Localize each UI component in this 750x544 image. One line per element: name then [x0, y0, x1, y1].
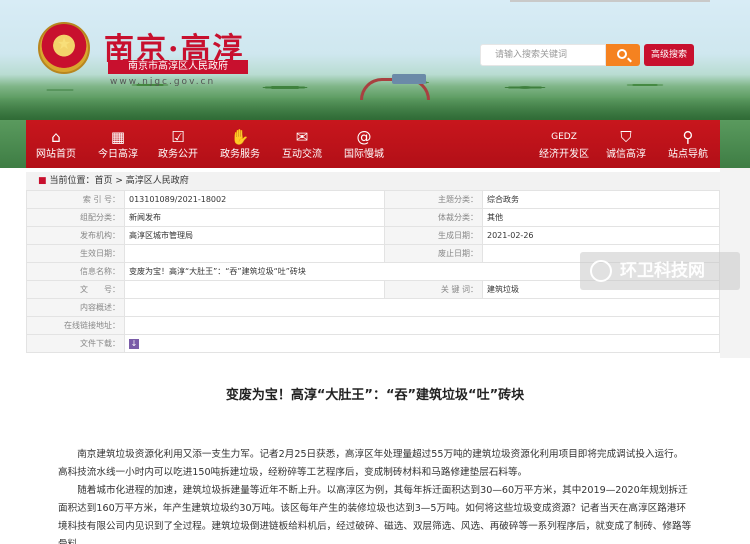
chat-icon: ✉ — [295, 128, 309, 146]
nav-item-services[interactable]: ✋ 政务服务 — [216, 120, 264, 168]
article-paragraph: 随着城市化进程的加速，建筑垃圾拆建量等近年不断上升。以高淳区为例，其每年拆迁面积… — [58, 485, 692, 544]
nav-side-decoration-left — [0, 120, 26, 168]
nav-item-label: 政务服务 — [220, 149, 260, 160]
site-url: www.njgc.gov.cn — [110, 77, 216, 87]
nav-item-interaction[interactable]: ✉ 互动交流 — [278, 120, 326, 168]
info-value: 新闻发布 — [124, 208, 385, 227]
location-icon: ■ — [38, 176, 47, 186]
site-subtitle: 南京市高淳区人民政府 — [108, 60, 248, 74]
file-download-cell: ↓ — [124, 334, 720, 353]
banner-pavilion — [392, 74, 426, 84]
info-label: 文件下载： — [26, 334, 125, 353]
nav-item-slow-city[interactable]: @ 国际慢城 — [340, 120, 388, 168]
article-paragraph: 南京建筑垃圾资源化利用又添一支生力军。记者2月25日获悉，高淳区年处理量超过55… — [58, 449, 684, 478]
download-icon[interactable]: ↓ — [129, 338, 139, 349]
main-nav: ⌂ 网站首页 ▦ 今日高淳 ☑ 政务公开 ✋ 政务服务 ✉ 互动交流 @ 国际慢… — [26, 120, 720, 168]
info-label: 在线链接地址： — [26, 316, 125, 335]
nav-item-label: 政务公开 — [158, 149, 198, 160]
snail-icon: @ — [356, 128, 372, 146]
search-input[interactable]: 请输入搜索关键词 — [480, 44, 606, 66]
info-label: 生效日期： — [26, 244, 125, 263]
watermark-text: 环卫科技网 — [620, 261, 705, 281]
info-value: 其他 — [482, 208, 720, 227]
nav-item-label: 国际慢城 — [344, 149, 384, 160]
nav-item-label: 诚信高淳 — [606, 149, 646, 160]
info-value — [124, 244, 385, 263]
article-title: 变废为宝！高淳“大肚王”：“吞”建筑垃圾“吐”砖块 — [225, 388, 525, 403]
watermark-logo-icon — [590, 260, 612, 282]
nav-item-label: 站点导航 — [668, 149, 708, 160]
nav-item-label: 今日高淳 — [98, 149, 138, 160]
gedz-logo-icon: GEDZ — [551, 132, 577, 142]
breadcrumb: ■ 当前位置：首页 > 高淳区人民政府 — [26, 172, 720, 190]
search-button[interactable] — [606, 44, 640, 66]
info-label: 生成日期： — [384, 226, 483, 245]
nav-item-label: 网站首页 — [36, 149, 76, 160]
info-label: 文 号： — [26, 280, 125, 299]
nav-item-label: 互动交流 — [282, 149, 322, 160]
nav-item-open-government[interactable]: ☑ 政务公开 — [154, 120, 202, 168]
info-value — [124, 298, 720, 317]
nav-item-site-map[interactable]: ⚲ 站点导航 — [664, 120, 712, 168]
info-label: 组配分类： — [26, 208, 125, 227]
info-label: 关 键 词： — [384, 280, 483, 299]
watermark: 环卫科技网 — [580, 252, 740, 290]
info-label: 主题分类： — [384, 190, 483, 209]
nav-item-development-zone[interactable]: GEDZ 经济开发区 — [536, 120, 592, 168]
info-value[interactable] — [124, 316, 720, 335]
info-label: 废止日期： — [384, 244, 483, 263]
nav-item-home[interactable]: ⌂ 网站首页 — [32, 120, 80, 168]
article-body: 南京建筑垃圾资源化利用又添一支生力军。记者2月25日获悉，高淳区年处理量超过55… — [58, 446, 692, 544]
info-value: 013101089/2021-18002 — [124, 190, 385, 209]
nav-side-decoration-right — [720, 120, 750, 168]
star-icon: ★ — [56, 34, 72, 53]
info-value — [124, 280, 385, 299]
breadcrumb-prefix: 当前位置： — [49, 176, 95, 186]
header-banner: ★ 南京·高淳 南京市高淳区人民政府 www.njgc.gov.cn 请输入搜索… — [0, 0, 750, 120]
info-value: 2021-02-26 — [482, 226, 720, 245]
checklist-icon: ☑ — [171, 128, 185, 146]
location-pin-icon: ⚲ — [682, 128, 694, 146]
top-links-bar — [510, 0, 710, 6]
nav-item-label: 经济开发区 — [539, 149, 589, 160]
info-value: 综合政务 — [482, 190, 720, 209]
info-value: 高淳区城市管理局 — [124, 226, 385, 245]
handshake-icon: ✋ — [230, 128, 250, 146]
info-label: 信息名称： — [26, 262, 125, 281]
nav-item-today[interactable]: ▦ 今日高淳 — [94, 120, 142, 168]
shield-icon: ⛉ — [620, 128, 632, 146]
calendar-icon: ▦ — [110, 128, 126, 146]
search-icon — [617, 49, 627, 59]
nav-item-credit[interactable]: ⛉ 诚信高淳 — [602, 120, 650, 168]
breadcrumb-path[interactable]: 首页 > 高淳区人民政府 — [95, 176, 189, 186]
info-label: 体裁分类： — [384, 208, 483, 227]
info-label: 索 引 号： — [26, 190, 125, 209]
info-label: 发布机构： — [26, 226, 125, 245]
info-label: 内容概述： — [26, 298, 125, 317]
advanced-search-button[interactable]: 高级搜索 — [644, 44, 694, 66]
home-icon: ⌂ — [51, 128, 61, 146]
